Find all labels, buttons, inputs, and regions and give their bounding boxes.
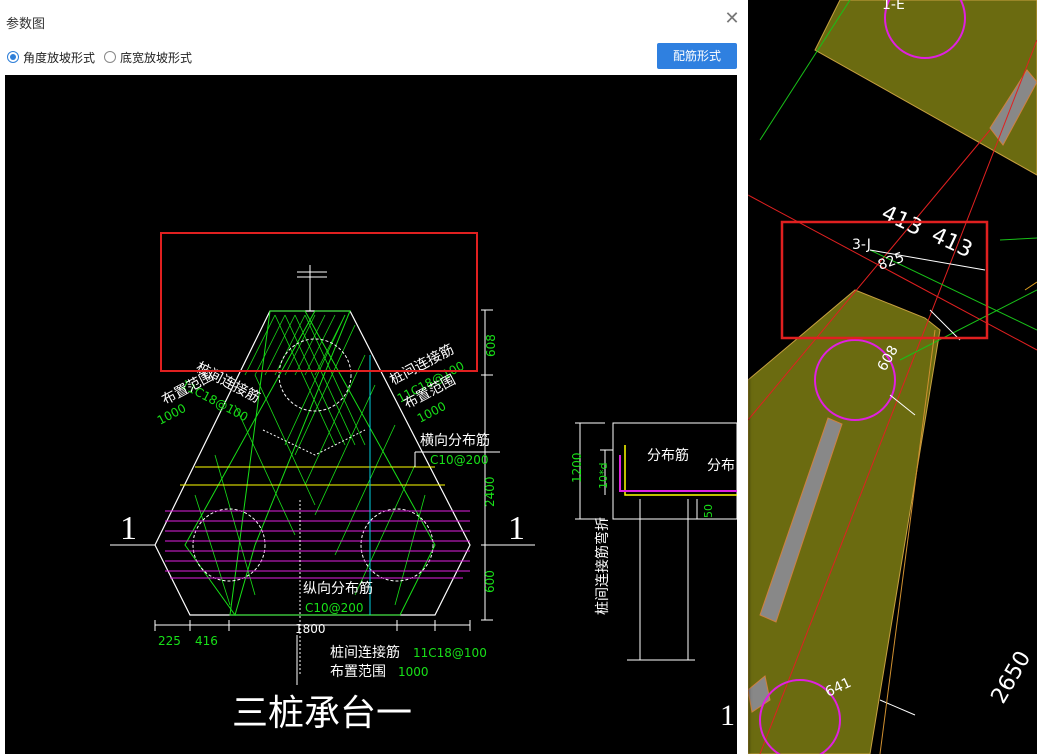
dim-225: 225: [158, 634, 181, 648]
parameter-drawing: 1 1 608 2400 600 225 416 1800 桩间连接筋 11C1…: [5, 75, 737, 754]
radio-width-slope[interactable]: 底宽放坡形式: [104, 48, 192, 66]
drawing-caption: 三桩承台一: [232, 693, 412, 734]
slope-options: 角度放坡形式 底宽放坡形式: [0, 42, 748, 72]
label-1e: 1-E: [882, 0, 905, 13]
dim-608: 608: [484, 334, 498, 357]
label-transverse: 横向分布筋: [420, 432, 490, 449]
sec-dim-1200: 1200: [570, 452, 584, 483]
dim-1800: 1800: [295, 622, 326, 636]
label-bottom-range-value: 1000: [398, 665, 429, 679]
parameter-dialog: 参数图 ✕ 角度放坡形式 底宽放坡形式 配筋形式 1 1 608 2400 60…: [0, 0, 748, 754]
radio-angle-slope-label: 角度放坡形式: [23, 50, 96, 65]
dialog-title: 参数图: [6, 17, 46, 32]
section-label-left: 1: [120, 510, 137, 547]
dialog-title-bar: 参数图 ✕: [0, 0, 748, 40]
sec-vertical-label: 桩间连接筋弯折: [594, 517, 611, 615]
highlight-box-drawing: [160, 232, 478, 372]
label-bottom-bar-spec: 11C18@100: [413, 646, 487, 660]
dim-416: 416: [195, 634, 218, 648]
label-transverse-spec: C10@200: [430, 453, 489, 467]
sec-dim-50: 50: [702, 504, 715, 518]
pile-circle-left: [192, 508, 266, 582]
sec-dim-10d: 10*d: [597, 463, 610, 489]
pile-cap-drawing: 1 1 608 2400 600 225 416 1800 桩间连接筋 11C1…: [110, 265, 737, 734]
sec-label-dist2: 分布: [707, 458, 735, 474]
section-label-right: 1: [508, 510, 525, 547]
dim-2400: 2400: [483, 476, 497, 507]
radio-checked-icon: [7, 51, 19, 63]
label-longitudinal-spec: C10@200: [305, 601, 364, 615]
radio-unchecked-icon: [104, 51, 116, 63]
radio-angle-slope[interactable]: 角度放坡形式: [7, 48, 95, 66]
rebar-form-button[interactable]: 配筋形式: [657, 43, 737, 69]
label-3j: 3-J: [852, 237, 871, 253]
label-bottom-bar: 桩间连接筋: [330, 644, 400, 661]
sec-right-digit: 1: [720, 699, 735, 732]
dim-600: 600: [483, 570, 497, 593]
label-bottom-range: 布置范围: [330, 663, 386, 680]
sec-label-dist1: 分布筋: [647, 447, 689, 464]
radio-width-slope-label: 底宽放坡形式: [120, 50, 193, 65]
label-longitudinal: 纵向分布筋: [303, 580, 373, 597]
close-icon[interactable]: ✕: [722, 9, 742, 29]
